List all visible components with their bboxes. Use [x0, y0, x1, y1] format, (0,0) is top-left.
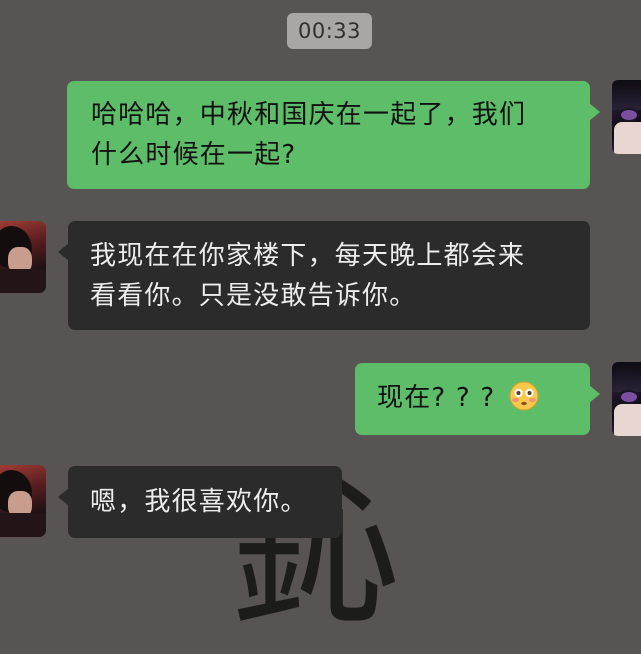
my-avatar[interactable]: [612, 362, 641, 436]
contact-avatar[interactable]: [0, 465, 46, 537]
bubble-tail: [589, 385, 600, 403]
avatar-hair: [612, 362, 641, 392]
avatar-shadow: [0, 513, 46, 537]
incoming-message-bubble[interactable]: 嗯，我很喜欢你。: [58, 466, 342, 538]
message-line: 看看你。只是没敢告诉你。: [90, 281, 417, 311]
avatar-shadow: [0, 269, 46, 293]
avatar-eye: [621, 110, 637, 120]
bubble-tail: [589, 103, 600, 121]
flushed-face-emoji-icon: [509, 381, 539, 411]
avatar-eye: [621, 392, 637, 402]
outgoing-message-bubble[interactable]: 哈哈哈，中秋和国庆在一起了，我们 什么时候在一起?: [67, 81, 600, 189]
outgoing-message-bubble[interactable]: 现在? ? ?: [355, 363, 600, 435]
avatar-skin: [614, 122, 641, 154]
my-avatar[interactable]: [612, 80, 641, 154]
message-line: 哈哈哈，中秋和国庆在一起了，我们: [91, 100, 527, 130]
avatar-hair: [612, 80, 641, 110]
bubble-tail: [58, 488, 69, 506]
message-text: 嗯，我很喜欢你。: [90, 487, 308, 517]
message-text: 现在? ? ?: [377, 383, 496, 413]
message-line: 我现在在你家楼下，每天晚上都会来: [90, 241, 526, 271]
contact-avatar[interactable]: [0, 221, 46, 293]
message-timestamp: 00:33: [287, 13, 372, 49]
avatar-skin: [614, 404, 641, 436]
bubble-tail: [58, 243, 69, 261]
message-line: 什么时候在一起?: [91, 140, 297, 170]
incoming-message-bubble[interactable]: 我现在在你家楼下，每天晚上都会来 看看你。只是没敢告诉你。: [58, 221, 590, 330]
